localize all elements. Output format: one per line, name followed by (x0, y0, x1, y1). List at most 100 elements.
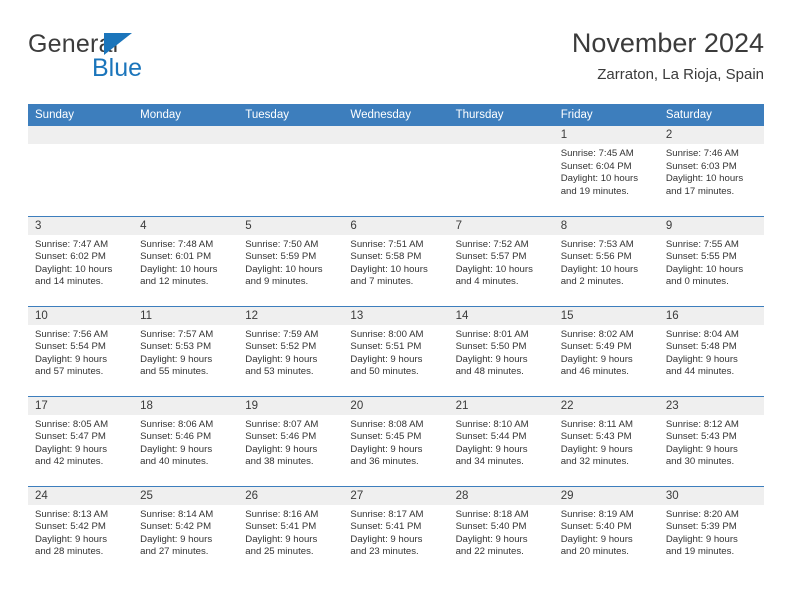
weekday-header-row: Sunday Monday Tuesday Wednesday Thursday… (28, 104, 764, 126)
sunrise-text: Sunrise: 8:05 AM (35, 418, 109, 430)
sunrise-text: Sunrise: 7:46 AM (665, 148, 739, 159)
day-number: 7 (448, 216, 554, 235)
day-number: 9 (658, 216, 764, 235)
sunrise-text: Sunrise: 8:04 AM (665, 328, 739, 340)
calendar-day-cell[interactable]: 3 Sunrise: 7:47 AM Sunset: 6:02 PM Daylight… (28, 215, 134, 306)
day-number: 3 (28, 216, 134, 235)
weekday-header-wednesday: Wednesday (343, 104, 449, 126)
calendar-day-cell[interactable]: 2 Sunrise: 7:46 AM Sunset: 6:03 PM Daylight… (658, 126, 764, 216)
daylight-text-line2: and 46 minutes. (560, 366, 629, 378)
day-details: Sunrise: 8:20 AM Sunset: 5:39 PM Daylight:… (659, 505, 764, 559)
calendar-day-cell[interactable]: 17 Sunrise: 8:05 AM Sunset: 5:47 PM Dayligh… (28, 395, 134, 486)
daylight-text-line1: Daylight: 10 hours (245, 263, 323, 275)
calendar-day-cell-empty (448, 126, 554, 216)
sunrise-text: Sunrise: 8:17 AM (350, 508, 424, 520)
daylight-text-line1: Daylight: 9 hours (350, 443, 423, 455)
day-details: Sunrise: 8:10 AM Sunset: 5:44 PM Daylight:… (449, 415, 554, 469)
daylight-text-line2: and 19 minutes. (665, 546, 735, 558)
daylight-text-line2: and 20 minutes. (560, 546, 629, 558)
calendar-page: General Blue November 2024 Zarraton, La … (0, 0, 792, 612)
day-number: 14 (448, 306, 554, 325)
calendar-day-cell[interactable]: 15 Sunrise: 8:02 AM Sunset: 5:49 PM Dayligh… (553, 305, 659, 396)
calendar-day-cell[interactable]: 14 Sunrise: 8:01 AM Sunset: 5:50 PM Dayligh… (448, 305, 554, 396)
daylight-text-line1: Daylight: 10 hours (665, 263, 744, 275)
calendar-day-cell[interactable]: 11 Sunrise: 7:57 AM Sunset: 5:53 PM Dayligh… (133, 305, 239, 396)
daylight-text-line1: Daylight: 9 hours (140, 353, 213, 365)
daylight-text-line1: Daylight: 9 hours (245, 533, 318, 545)
calendar-day-cell[interactable]: 18 Sunrise: 8:06 AM Sunset: 5:46 PM Dayligh… (133, 395, 239, 486)
sunrise-text: Sunrise: 8:06 AM (140, 418, 214, 430)
day-details: Sunrise: 8:14 AM Sunset: 5:42 PM Daylight:… (133, 505, 238, 559)
sunrise-text: Sunrise: 7:57 AM (140, 328, 214, 340)
daylight-text-line2: and 55 minutes. (140, 366, 209, 378)
calendar-day-cell[interactable]: 22 Sunrise: 8:11 AM Sunset: 5:43 PM Dayligh… (553, 395, 659, 486)
sunset-text: Sunset: 5:55 PM (665, 251, 737, 263)
day-number: 1 (553, 126, 659, 144)
sunset-text: Sunset: 5:54 PM (35, 341, 106, 353)
calendar-day-cell[interactable]: 19 Sunrise: 8:07 AM Sunset: 5:46 PM Dayligh… (238, 395, 344, 486)
calendar-day-cell[interactable]: 12 Sunrise: 7:59 AM Sunset: 5:52 PM Dayligh… (238, 305, 344, 396)
calendar-day-cell[interactable]: 16 Sunrise: 8:04 AM Sunset: 5:48 PM Dayligh… (658, 305, 764, 396)
sunset-text: Sunset: 5:41 PM (245, 521, 317, 533)
daylight-text-line1: Daylight: 9 hours (455, 533, 528, 545)
day-details: Sunrise: 7:46 AM Sunset: 6:03 PM Daylight:… (659, 144, 764, 198)
sunrise-text: Sunrise: 7:51 AM (350, 238, 424, 250)
day-number: 13 (343, 306, 449, 325)
calendar-day-cell[interactable]: 9 Sunrise: 7:55 AM Sunset: 5:55 PM Daylight… (658, 215, 764, 306)
day-details: Sunrise: 8:00 AM Sunset: 5:51 PM Daylight:… (343, 325, 448, 379)
calendar-day-cell[interactable]: 1 Sunrise: 7:45 AM Sunset: 6:04 PM Daylight… (553, 126, 659, 216)
sunrise-text: Sunrise: 8:20 AM (665, 508, 739, 520)
sunrise-text: Sunrise: 8:19 AM (560, 508, 634, 520)
day-details: Sunrise: 7:52 AM Sunset: 5:57 PM Daylight:… (449, 235, 554, 289)
sunset-text: Sunset: 5:42 PM (35, 521, 106, 533)
daylight-text-line1: Daylight: 9 hours (140, 443, 213, 455)
calendar-day-cell[interactable]: 28 Sunrise: 8:18 AM Sunset: 5:40 PM Dayligh… (448, 485, 554, 576)
calendar-day-cell[interactable]: 21 Sunrise: 8:10 AM Sunset: 5:44 PM Dayligh… (448, 395, 554, 486)
daylight-text-line1: Daylight: 9 hours (35, 443, 107, 455)
calendar-day-cell[interactable]: 13 Sunrise: 8:00 AM Sunset: 5:51 PM Dayligh… (343, 305, 449, 396)
daylight-text-line2: and 9 minutes. (245, 276, 309, 288)
brand-name-blue: Blue (92, 54, 143, 82)
day-number: 21 (448, 396, 554, 415)
calendar-day-cell[interactable]: 24 Sunrise: 8:13 AM Sunset: 5:42 PM Dayligh… (28, 485, 134, 576)
daylight-text-line2: and 0 minutes. (665, 276, 729, 288)
calendar-day-cell[interactable]: 4 Sunrise: 7:48 AM Sunset: 6:01 PM Daylight… (133, 215, 239, 306)
brand-logo[interactable]: General Blue (28, 30, 248, 90)
daylight-text-line2: and 50 minutes. (350, 366, 419, 378)
calendar-day-cell[interactable]: 20 Sunrise: 8:08 AM Sunset: 5:45 PM Dayligh… (343, 395, 449, 486)
calendar-day-cell[interactable]: 27 Sunrise: 8:17 AM Sunset: 5:41 PM Dayligh… (343, 485, 449, 576)
daylight-text-line1: Daylight: 9 hours (35, 533, 107, 545)
calendar-day-cell[interactable]: 29 Sunrise: 8:19 AM Sunset: 5:40 PM Dayligh… (553, 485, 659, 576)
calendar-day-cell[interactable]: 10 Sunrise: 7:56 AM Sunset: 5:54 PM Dayligh… (28, 305, 134, 396)
day-number (133, 126, 239, 144)
sunrise-text: Sunrise: 8:11 AM (560, 418, 634, 430)
calendar-day-cell[interactable]: 23 Sunrise: 8:12 AM Sunset: 5:43 PM Dayligh… (658, 395, 764, 486)
sunset-text: Sunset: 5:43 PM (560, 431, 632, 443)
calendar-day-cell[interactable]: 6 Sunrise: 7:51 AM Sunset: 5:58 PM Daylight… (343, 215, 449, 306)
daylight-text-line1: Daylight: 10 hours (140, 263, 218, 275)
sunrise-text: Sunrise: 7:55 AM (665, 238, 739, 250)
calendar-day-cell[interactable]: 25 Sunrise: 8:14 AM Sunset: 5:42 PM Dayligh… (133, 485, 239, 576)
daylight-text-line2: and 42 minutes. (35, 456, 104, 468)
calendar-day-cell[interactable]: 5 Sunrise: 7:50 AM Sunset: 5:59 PM Daylight… (238, 215, 344, 306)
day-number: 30 (658, 486, 764, 505)
day-number: 5 (238, 216, 344, 235)
sunrise-text: Sunrise: 7:59 AM (245, 328, 319, 340)
daylight-text-line1: Daylight: 9 hours (665, 533, 738, 545)
daylight-text-line2: and 40 minutes. (140, 456, 209, 468)
day-details: Sunrise: 7:50 AM Sunset: 5:59 PM Daylight:… (238, 235, 343, 289)
calendar-day-cell[interactable]: 8 Sunrise: 7:53 AM Sunset: 5:56 PM Daylight… (553, 215, 659, 306)
calendar-day-cell[interactable]: 7 Sunrise: 7:52 AM Sunset: 5:57 PM Daylight… (448, 215, 554, 306)
daylight-text-line2: and 57 minutes. (35, 366, 104, 378)
daylight-text-line1: Daylight: 9 hours (140, 533, 213, 545)
daylight-text-line1: Daylight: 10 hours (455, 263, 533, 275)
day-number: 19 (238, 396, 344, 415)
calendar-day-cell[interactable]: 30 Sunrise: 8:20 AM Sunset: 5:39 PM Dayligh… (658, 485, 764, 576)
calendar-week-row: 3 Sunrise: 7:47 AM Sunset: 6:02 PM Daylight… (28, 215, 764, 306)
calendar-day-cell-empty (343, 126, 449, 216)
calendar-day-cell[interactable]: 26 Sunrise: 8:16 AM Sunset: 5:41 PM Dayligh… (238, 485, 344, 576)
day-details: Sunrise: 7:59 AM Sunset: 5:52 PM Daylight:… (238, 325, 343, 379)
daylight-text-line1: Daylight: 9 hours (560, 533, 633, 545)
sunrise-text: Sunrise: 8:13 AM (35, 508, 109, 520)
title-block: November 2024 Zarraton, La Rioja, Spain (572, 26, 764, 86)
